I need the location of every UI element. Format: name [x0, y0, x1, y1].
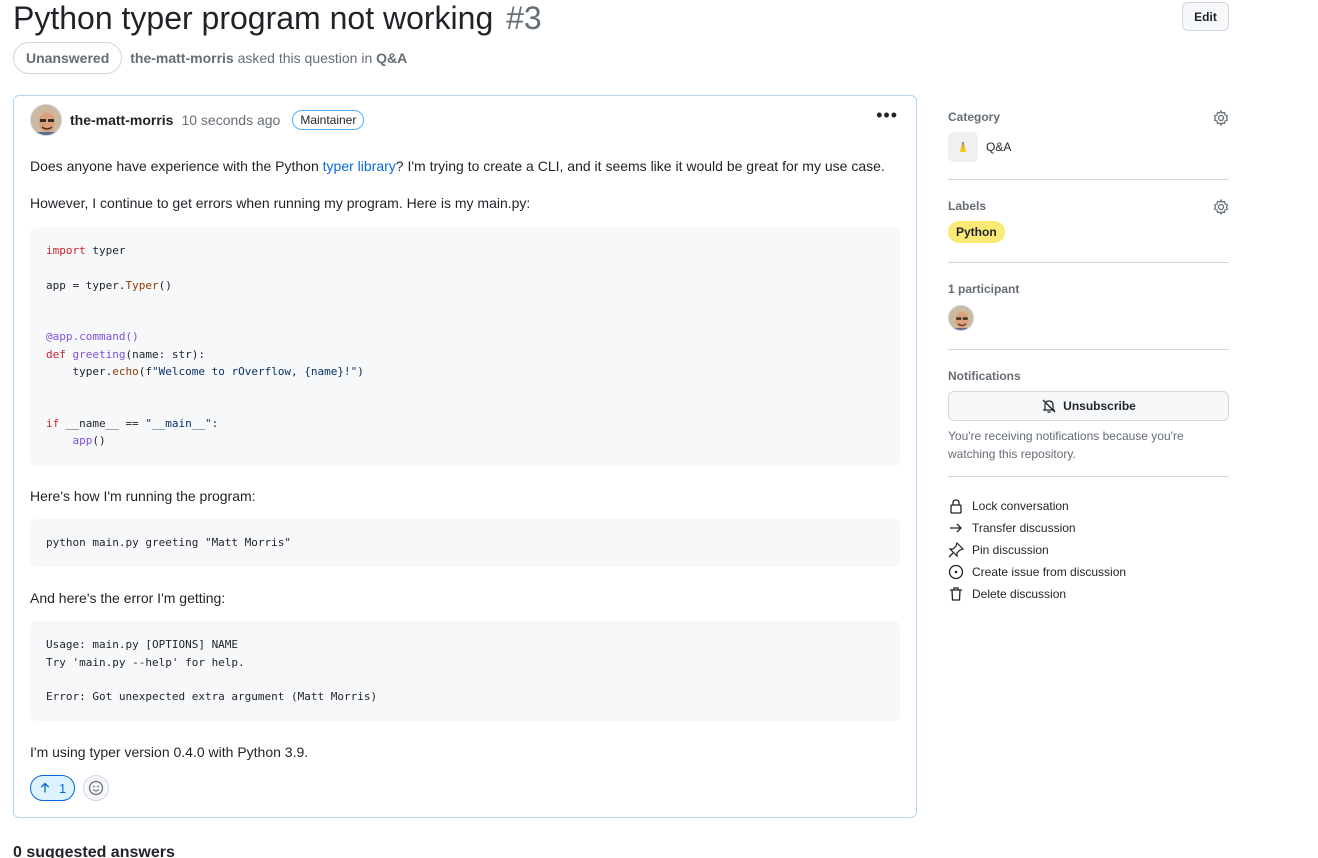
- smiley-icon: [89, 780, 104, 796]
- lock-icon: [950, 499, 962, 514]
- arrow-right-icon: [950, 523, 962, 533]
- participant-avatar[interactable]: [948, 305, 974, 331]
- action-label: Transfer discussion: [972, 521, 1076, 535]
- code-line: @app.command(): [46, 330, 139, 343]
- divider: [948, 179, 1229, 180]
- asked-text: asked this question in: [237, 50, 373, 66]
- paragraph-2: However, I continue to get errors when r…: [30, 195, 531, 211]
- role-badge: Maintainer: [292, 110, 365, 130]
- code-line: typer.echo(f"Welcome to rOverflow, {name…: [46, 365, 364, 378]
- notifications-heading: Notifications: [948, 369, 1021, 383]
- unsubscribe-button[interactable]: Unsubscribe: [948, 391, 1229, 421]
- category-heading: Category: [948, 110, 1001, 124]
- action-label: Lock conversation: [972, 499, 1069, 513]
- create-issue-action[interactable]: Create issue from discussion: [948, 561, 1229, 583]
- arrow-up-icon: [40, 782, 50, 793]
- category-value: Q&A: [986, 140, 1012, 154]
- code-block-error: Usage: main.py [OPTIONS] NAME Try 'main.…: [30, 621, 900, 721]
- action-label: Create issue from discussion: [972, 565, 1127, 579]
- paragraph-1: Does anyone have experience with the Pyt…: [30, 156, 885, 176]
- participants-heading: 1 participant: [948, 282, 1020, 296]
- gear-icon[interactable]: [1213, 110, 1229, 126]
- upvote-button[interactable]: 1: [30, 775, 76, 801]
- code-line: import typer: [46, 244, 126, 257]
- code-line: app = typer.Typer(): [46, 279, 172, 292]
- gear-icon[interactable]: [1213, 199, 1229, 215]
- reactions-bar: 1: [30, 775, 110, 801]
- edit-button[interactable]: Edit: [1182, 2, 1229, 31]
- post-author[interactable]: the-matt-morris: [70, 112, 173, 128]
- post-header: the-matt-morris 10 seconds ago Maintaine…: [30, 104, 365, 136]
- category-emoji-icon: [948, 132, 978, 162]
- pray-icon: [960, 142, 966, 152]
- asker-link[interactable]: the-matt-morris: [130, 50, 233, 66]
- labels-section: Labels Python: [948, 199, 1229, 243]
- code-line: python main.py greeting "Matt Morris": [46, 536, 292, 549]
- code-line: Try 'main.py --help' for help.: [46, 656, 245, 669]
- post-time[interactable]: 10 seconds ago: [181, 112, 280, 128]
- paragraph-5: I'm using typer version 0.4.0 with Pytho…: [30, 744, 309, 760]
- suggested-answers-heading: 0 suggested answers: [13, 844, 175, 858]
- code-line: Error: Got unexpected extra argument (Ma…: [46, 690, 378, 703]
- code-line: Usage: main.py [OPTIONS] NAME: [46, 638, 239, 651]
- avatar-image: [31, 105, 61, 135]
- participants-section: 1 participant: [948, 282, 1229, 331]
- discussion-number: #3: [506, 0, 542, 36]
- discussion-post: the-matt-morris 10 seconds ago Maintaine…: [13, 95, 917, 818]
- paragraph-3: Here's how I'm running the program:: [30, 488, 256, 504]
- paragraph-4: And here's the error I'm getting:: [30, 590, 226, 606]
- action-label: Delete discussion: [972, 587, 1067, 601]
- category-section: Category Q&A: [948, 110, 1229, 162]
- labels-heading: Labels: [948, 199, 987, 213]
- transfer-discussion-action[interactable]: Transfer discussion: [948, 517, 1229, 539]
- upvote-count: 1: [59, 780, 67, 796]
- action-label: Pin discussion: [972, 543, 1049, 557]
- notifications-note: You're receiving notifications because y…: [948, 429, 1184, 461]
- avatar[interactable]: [30, 104, 62, 136]
- paragraph-text: Does anyone have experience with the Pyt…: [30, 158, 323, 174]
- divider: [948, 476, 1229, 477]
- lock-conversation-action[interactable]: Lock conversation: [948, 495, 1229, 517]
- divider: [948, 262, 1229, 263]
- category-link[interactable]: Q&A: [376, 50, 407, 66]
- pin-icon: [948, 542, 964, 558]
- code-line: def greeting(name: str):: [46, 348, 205, 361]
- avatar-image: [949, 306, 973, 330]
- discussion-actions: Lock conversation Transfer discussion Pi…: [948, 495, 1229, 605]
- divider: [948, 349, 1229, 350]
- asked-by-text: the-matt-morris asked this question in Q…: [130, 50, 407, 66]
- bell-slash-icon: [1042, 399, 1056, 413]
- code-line: app(): [72, 434, 106, 447]
- label-python[interactable]: Python: [948, 221, 1005, 243]
- page-title: Python typer program not working #3: [13, 0, 542, 38]
- trash-icon: [950, 587, 962, 601]
- paragraph-text: ? I'm trying to create a CLI, and it see…: [395, 158, 885, 174]
- delete-discussion-action[interactable]: Delete discussion: [948, 583, 1229, 605]
- discussion-meta: Unanswered the-matt-morris asked this qu…: [13, 42, 407, 74]
- code-block-command: python main.py greeting "Matt Morris": [30, 519, 900, 567]
- notifications-section: Notifications Unsubscribe You're receivi…: [948, 369, 1229, 463]
- discussion-title: Python typer program not working: [13, 0, 494, 36]
- category-item[interactable]: Q&A: [948, 132, 1229, 162]
- code-block-main: import typer app = typer.Typer() @app.co…: [30, 227, 900, 466]
- more-options-icon[interactable]: •••: [876, 106, 898, 124]
- unsubscribe-label: Unsubscribe: [1063, 399, 1136, 413]
- code-line: if __name__ == "__main__":: [46, 417, 219, 430]
- issue-opened-icon: [948, 564, 964, 580]
- pin-discussion-action[interactable]: Pin discussion: [948, 539, 1229, 561]
- typer-library-link[interactable]: typer library: [323, 158, 396, 174]
- status-badge: Unanswered: [13, 42, 123, 74]
- add-reaction-button[interactable]: [83, 775, 110, 801]
